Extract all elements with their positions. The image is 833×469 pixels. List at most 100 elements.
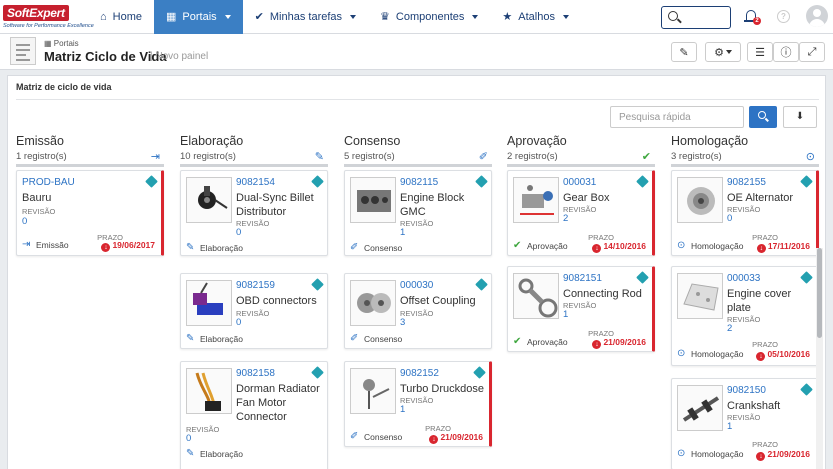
connecting-rod-thumbnail	[513, 273, 559, 319]
cube-icon	[475, 175, 488, 188]
page-header: ▦ Portais Matriz Ciclo de Vida | Novo pa…	[0, 34, 833, 70]
card-name: Crankshaft	[727, 400, 781, 412]
card-stage: Elaboração	[200, 243, 244, 253]
homologation-icon: ⊙	[677, 448, 686, 459]
card-code[interactable]: 9082115	[400, 177, 438, 188]
radiator-connector-thumbnail	[186, 368, 232, 414]
card-9082150[interactable]: 9082150 Crankshaft REVISÃO 1 PRAZO ⊙ Hom…	[671, 378, 819, 469]
card-name: Engine cover plate	[727, 288, 792, 314]
gear-icon: ⚙	[714, 46, 724, 59]
distributor-thumbnail	[186, 177, 232, 223]
help-icon[interactable]: ?	[777, 10, 790, 23]
deadline-label: PRAZO	[752, 340, 778, 349]
avatar-body	[809, 19, 825, 27]
softexpert-logo[interactable]: SoftExpert Software for Performance Exce…	[0, 0, 94, 34]
nav-atalhos[interactable]: ★ Atalhos	[490, 0, 581, 34]
revision-value: 2	[727, 323, 733, 334]
scrollbar-thumb[interactable]	[817, 248, 822, 338]
lifecycle-matrix-panel: Matriz de ciclo de vida Pesquisa rápida …	[7, 75, 826, 469]
card-code[interactable]: 9082159	[236, 280, 275, 291]
deadline-date: 05/10/2016	[767, 349, 810, 359]
edit-doc-icon: ✎	[186, 242, 195, 253]
column-title: Homologação	[671, 134, 749, 148]
card-000033[interactable]: 000033 Engine cover plate REVISÃO 2 PRAZ…	[671, 266, 819, 366]
card-code[interactable]: 000031	[563, 177, 596, 188]
card-name: Dual-Sync Billet Distributor	[236, 192, 314, 218]
notifications-button[interactable]: 2	[744, 10, 761, 25]
cube-icon	[475, 278, 488, 291]
home-icon: ⌂	[100, 10, 107, 23]
revision-value: 2	[563, 213, 569, 224]
consensus-icon: ✐	[350, 242, 359, 253]
nav-home[interactable]: ⌂ Home	[88, 0, 154, 34]
cube-icon	[636, 271, 649, 284]
chevron-down-icon	[472, 14, 479, 19]
overdue-icon: ↓	[592, 244, 602, 253]
column-count: 3 registro(s)	[671, 151, 722, 162]
card-9082151[interactable]: 9082151 Connecting Rod REVISÃO 1 PRAZO ✔…	[507, 266, 655, 352]
card-code[interactable]: 000030	[400, 280, 433, 291]
overdue-icon: ↓	[101, 243, 111, 252]
expand-button[interactable]: ⤢	[799, 42, 825, 62]
card-stage: Emissão	[36, 240, 69, 250]
card-name: Engine Block GMC	[400, 192, 465, 218]
cube-icon	[311, 366, 324, 379]
card-stage: Elaboração	[200, 449, 244, 459]
export-button[interactable]: ⬇	[783, 106, 817, 128]
overdue-icon: ↓	[756, 452, 766, 461]
expand-icon: ⤢	[807, 45, 817, 58]
card-9082158[interactable]: 9082158 Dorman Radiator Fan Motor Connec…	[180, 361, 328, 469]
card-9082115[interactable]: 9082115 Engine Block GMC REVISÃO 1 ✐ Con…	[344, 170, 492, 256]
column-count: 10 registro(s)	[180, 151, 236, 162]
gearbox-thumbnail	[513, 177, 559, 223]
card-code[interactable]: 9082155	[727, 177, 766, 188]
column-aprovacao: Aprovação 2 registro(s) ✔	[507, 134, 655, 167]
card-code[interactable]: 9082152	[400, 368, 439, 379]
avatar-head	[813, 9, 821, 17]
obd-connector-thumbnail	[186, 280, 232, 326]
card-9082155[interactable]: 9082155 OE Alternator REVISÃO 0 PRAZO ⊙ …	[671, 170, 819, 256]
card-9082154[interactable]: 9082154 Dual-Sync Billet Distributor REV…	[180, 170, 328, 256]
card-code[interactable]: 9082158	[236, 368, 275, 379]
nav-tarefas[interactable]: ✔ Minhas tarefas	[243, 0, 368, 34]
card-code[interactable]: 9082150	[727, 385, 766, 396]
card-000031[interactable]: 000031 Gear Box REVISÃO 2 PRAZO ✔ Aprova…	[507, 170, 655, 256]
vertical-scrollbar[interactable]	[816, 248, 823, 469]
settings-button[interactable]: ⚙	[705, 42, 741, 62]
card-9082159[interactable]: 9082159 OBD connectors REVISÃO 0 ✎ Elabo…	[180, 273, 328, 349]
column-count: 2 registro(s)	[507, 151, 558, 162]
search-icon	[668, 11, 678, 21]
card-name: Turbo Druckdose	[400, 383, 484, 395]
column-title: Aprovação	[507, 134, 567, 148]
info-button[interactable]: ⓘ	[773, 42, 799, 62]
overdue-icon: ↓	[429, 435, 439, 444]
card-code[interactable]: PROD-BAU	[22, 177, 75, 188]
top-navbar: SoftExpert Software for Performance Exce…	[0, 0, 833, 34]
card-code[interactable]: 9082154	[236, 177, 275, 188]
card-code[interactable]: 000033	[727, 273, 760, 284]
quick-search-input[interactable]: Pesquisa rápida	[610, 106, 744, 128]
filter-button[interactable]: ☰	[747, 42, 773, 62]
card-prod-bau[interactable]: PROD-BAU Bauru REVISÃO 0 PRAZO ⇥ Emissão…	[16, 170, 164, 256]
deadline-value: ↓ 21/09/2016	[592, 337, 646, 349]
consensus-icon: ✐	[478, 151, 488, 163]
deadline-date: 21/09/2016	[440, 432, 483, 442]
edit-button[interactable]: ✎	[671, 42, 697, 62]
revision-value: 0	[236, 317, 242, 328]
revision-value: 0	[186, 433, 192, 444]
check-icon: ✔	[254, 11, 264, 23]
card-name: Offset Coupling	[400, 295, 476, 307]
user-avatar[interactable]	[806, 5, 828, 27]
global-search-input[interactable]	[661, 6, 731, 29]
card-code[interactable]: 9082151	[563, 273, 602, 284]
edit-doc-icon: ✎	[186, 333, 195, 344]
breadcrumb[interactable]: ▦ Portais	[44, 39, 79, 48]
nav-componentes[interactable]: ♛ Componentes	[368, 0, 490, 34]
card-9082152[interactable]: 9082152 Turbo Druckdose REVISÃO 1 PRAZO …	[344, 361, 492, 447]
column-title: Elaboração	[180, 134, 244, 148]
cube-icon	[311, 175, 324, 188]
edit-doc-icon: ✎	[314, 151, 324, 163]
nav-portais[interactable]: ▦ Portais	[154, 0, 243, 34]
quick-search-button[interactable]	[749, 106, 777, 128]
card-000030[interactable]: 000030 Offset Coupling REVISÃO 3 ✐ Conse…	[344, 273, 492, 349]
